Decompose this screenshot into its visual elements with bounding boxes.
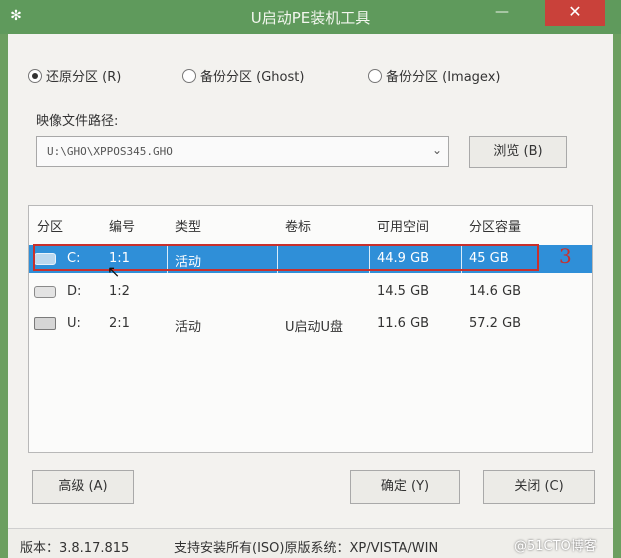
column-header-partition[interactable]: 分区 [37, 216, 63, 235]
partition-number: 2:1 [109, 316, 130, 331]
partition-volume-label: U启动U盘 [285, 320, 344, 335]
title-bar[interactable]: ✻ U启动PE装机工具 — ✕ [0, 0, 621, 34]
partition-drive: D: [67, 284, 82, 299]
ok-button[interactable]: 确定 (Y) [350, 470, 460, 504]
browse-button[interactable]: 浏览 (B) [469, 136, 567, 168]
partition-free-space: 14.5 GB [377, 284, 430, 299]
image-path-combobox[interactable]: U:\GHO\XPPOS345.GHO ⌄ [36, 136, 449, 167]
column-header-capacity[interactable]: 分区容量 [469, 216, 521, 235]
image-path-value: U:\GHO\XPPOS345.GHO [47, 145, 173, 158]
close-button[interactable]: 关闭 (C) [483, 470, 595, 504]
radio-backup-imagex[interactable]: 备份分区 (Imagex) [368, 66, 500, 85]
window-frame-left [0, 34, 8, 558]
column-header-number[interactable]: 编号 [109, 216, 135, 235]
radio-dot-icon [368, 69, 382, 83]
image-path-label: 映像文件路径: [36, 114, 119, 129]
partition-row-u[interactable]: U: 2:1 活动 U启动U盘 11.6 GB 57.2 GB [29, 310, 592, 338]
window-close-button[interactable]: ✕ [545, 0, 605, 26]
mouse-cursor-icon: ↖ [107, 262, 121, 281]
column-header-label[interactable]: 卷标 [285, 216, 311, 235]
radio-dot-icon [28, 69, 42, 83]
radio-dot-icon [182, 69, 196, 83]
supported-systems-text: 支持安装所有(ISO)原版系统：XP/VISTA/WIN [174, 541, 439, 556]
partition-capacity: 14.6 GB [469, 284, 522, 299]
partition-row-d[interactable]: D: 1:2 14.5 GB 14.6 GB [29, 278, 592, 306]
minimize-button[interactable]: — [488, 0, 516, 26]
chevron-down-icon[interactable]: ⌄ [432, 143, 442, 157]
annotation-step-number: 3 [559, 244, 572, 268]
window-title: U启动PE装机工具 [250, 9, 371, 27]
advanced-button[interactable]: 高级 (A) [32, 470, 134, 504]
partition-list[interactable]: 分区 编号 类型 卷标 可用空间 分区容量 C: 1:1 活动 44.9 GB … [28, 205, 593, 453]
partition-free-space: 11.6 GB [377, 316, 430, 331]
usb-drive-icon [34, 317, 56, 330]
partition-number: 1:2 [109, 284, 130, 299]
watermark: @51CTO博客 [514, 539, 597, 554]
partition-type: 活动 [175, 320, 202, 335]
hard-drive-icon [34, 286, 56, 298]
radio-restore-partition[interactable]: 还原分区 (R) [28, 66, 121, 85]
partition-drive: U: [67, 316, 81, 331]
radio-backup-ghost[interactable]: 备份分区 (Ghost) [182, 66, 304, 85]
column-header-type[interactable]: 类型 [175, 216, 201, 235]
column-header-free-space[interactable]: 可用空间 [377, 216, 429, 235]
partition-capacity: 57.2 GB [469, 316, 522, 331]
pe-install-tool-window: ✻ U启动PE装机工具 — ✕ 还原分区 (R) 备份分区 (Ghost) 备份… [0, 0, 621, 558]
version-text: 版本：3.8.17.815 [20, 541, 130, 556]
window-frame-right [613, 34, 621, 558]
